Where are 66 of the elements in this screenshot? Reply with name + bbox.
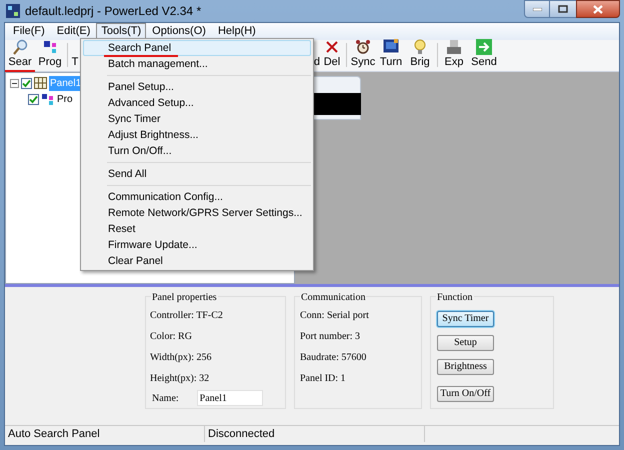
property-text: Controller: TF-C2 (150, 310, 224, 322)
close-button[interactable] (576, 0, 620, 18)
alarm-clock-icon (355, 39, 371, 55)
function-button[interactable]: Brightness (437, 359, 494, 375)
group-title: Panel properties (151, 290, 218, 305)
cross-icon (324, 39, 340, 55)
toolbar-button[interactable]: Prog (35, 39, 65, 69)
property-text: Baudrate: 57600 (300, 352, 368, 364)
field-label: Name: (152, 392, 179, 406)
maximize-button[interactable] (550, 0, 576, 18)
menu-item[interactable]: Advanced Setup... (83, 95, 311, 111)
menu-item[interactable]: Help(H) (212, 23, 262, 40)
search-icon (12, 39, 28, 55)
status-text: Auto Search Panel (8, 428, 100, 440)
property-text: Panel ID: 1 (300, 373, 347, 385)
name-field[interactable]: Panel1 (196, 390, 263, 406)
grid-icon (34, 77, 47, 89)
property-text: Height(px): 32 (150, 373, 210, 385)
menu-item[interactable]: Clear Panel (83, 253, 311, 269)
function-button[interactable]: Sync Timer (437, 311, 494, 327)
expander-icon[interactable] (10, 78, 19, 88)
menu-item[interactable]: Search Panel (83, 40, 311, 56)
menu-item[interactable]: Turn On/Off... (83, 143, 311, 159)
toolbar-button[interactable]: Brig (405, 39, 435, 69)
property-text: Color: RG (150, 331, 193, 343)
app-icon (6, 4, 20, 18)
menu-item[interactable]: Remote Network/GPRS Server Settings... (83, 205, 311, 221)
menu-item[interactable]: Send All (83, 166, 311, 182)
bulb-icon (412, 39, 428, 55)
toolbar-button[interactable]: Turn (377, 39, 405, 69)
minimize-button[interactable] (524, 0, 550, 18)
function-button[interactable]: Setup (437, 335, 494, 351)
toolbar-button[interactable]: Del (320, 39, 344, 69)
toolbar-button[interactable]: Sync (349, 39, 377, 69)
menu-item[interactable]: Panel Setup... (83, 79, 311, 95)
status-text: Disconnected (208, 428, 275, 440)
menu-item[interactable]: Edit(E) (50, 23, 96, 40)
toolbar-button[interactable]: Exp (440, 39, 468, 69)
menu-item[interactable]: Communication Config... (83, 189, 311, 205)
menu-item[interactable]: Batch management... (83, 56, 311, 72)
property-text: Port number: 3 (300, 331, 361, 343)
function-button[interactable]: Turn On/Off (437, 386, 494, 402)
minimize-icon (532, 8, 542, 10)
menu-item[interactable]: Options(O) (146, 23, 212, 40)
blocks-icon (42, 39, 58, 55)
toolbar-button[interactable]: T (70, 55, 80, 69)
tree-item[interactable]: Pro (56, 92, 74, 106)
menu-item[interactable]: File(F) (7, 23, 51, 40)
window-title: default.ledprj - PowerLed V2.34 * (25, 3, 202, 20)
annotation-underline (5, 70, 35, 72)
led-screen (312, 93, 361, 115)
menu-item[interactable]: Sync Timer (83, 111, 311, 127)
checkbox[interactable] (28, 94, 39, 104)
monitor-icon (383, 39, 399, 55)
property-text: Width(px): 256 (150, 352, 213, 364)
toolbar-button[interactable]: Send (468, 39, 500, 69)
maximize-icon (558, 5, 568, 13)
checkbox[interactable] (21, 78, 32, 88)
toolbar-button[interactable]: Sear (5, 39, 35, 69)
menu-item[interactable]: Reset (83, 221, 311, 237)
menu-item[interactable]: Firmware Update... (83, 237, 311, 253)
property-text: Conn: Serial port (300, 310, 370, 322)
close-icon (593, 4, 603, 14)
blocks-icon (41, 93, 54, 105)
device-icon (446, 39, 462, 55)
menu-item[interactable]: Adjust Brightness... (83, 127, 311, 143)
